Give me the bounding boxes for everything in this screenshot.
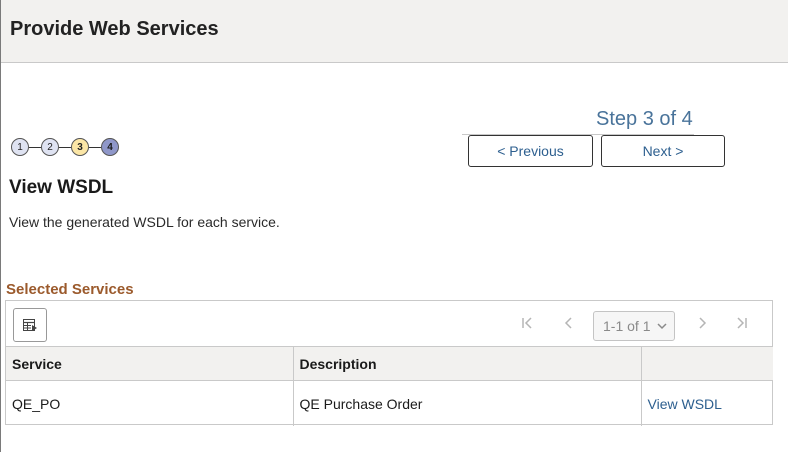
service-cell: QE_PO (6, 380, 294, 426)
next-page-icon[interactable] (692, 313, 712, 333)
previous-button[interactable]: < Previous (468, 135, 593, 167)
page-range-value: 1-1 of 1 (603, 318, 651, 334)
step-1[interactable]: 1 (11, 138, 29, 156)
section-title: View WSDL (9, 177, 114, 198)
view-wsdl-link[interactable]: View WSDL (648, 396, 722, 412)
table-header-row: Service Description (6, 346, 773, 381)
step-4[interactable]: 4 (101, 138, 119, 156)
section-description: View the generated WSDL for each service… (9, 214, 280, 230)
step-2[interactable]: 2 (41, 138, 59, 156)
left-border (0, 0, 1, 452)
step-connector (89, 147, 101, 148)
step-3-current: 3 (71, 138, 89, 156)
previous-page-icon[interactable] (559, 313, 579, 333)
last-page-icon[interactable] (732, 313, 752, 333)
page-range-select[interactable]: 1-1 of 1 (593, 311, 675, 341)
table-row: QE_PO QE Purchase Order View WSDL (6, 380, 773, 427)
page-header: Provide Web Services (1, 0, 788, 63)
column-header-description[interactable]: Description (293, 346, 642, 381)
description-cell: QE Purchase Order (293, 380, 642, 426)
chevron-down-icon (657, 323, 667, 330)
step-connector (59, 147, 71, 148)
step-indicator: Step 3 of 4 (596, 108, 693, 130)
first-page-icon[interactable] (517, 313, 537, 333)
services-table: Service Description QE_PO QE Purchase Or… (6, 346, 773, 426)
personalize-grid-button[interactable] (13, 308, 47, 342)
column-header-service[interactable]: Service (6, 346, 294, 381)
column-header-action (641, 346, 773, 381)
next-button[interactable]: Next > (601, 135, 725, 167)
grid-personalize-icon (23, 319, 37, 331)
grid-caption: Selected Services (6, 281, 134, 298)
action-cell: View WSDL (641, 381, 773, 427)
selected-services-grid: 1-1 of 1 Service Description QE_PO QE Pu… (5, 300, 773, 426)
step-connector (29, 147, 41, 148)
grid-toolbar: 1-1 of 1 (6, 301, 772, 346)
page-title: Provide Web Services (10, 18, 219, 40)
